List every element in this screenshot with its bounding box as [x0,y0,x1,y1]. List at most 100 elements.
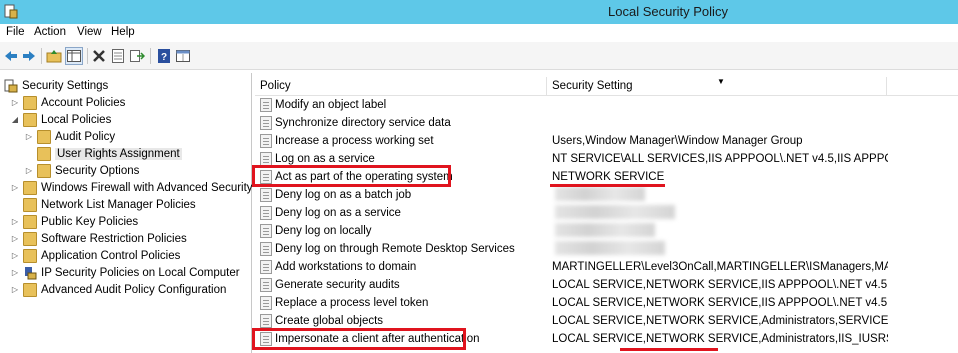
folder-icon [23,248,37,263]
policy-icon [260,314,272,328]
list-row[interactable]: Synchronize directory service data [255,115,958,133]
folder-icon [23,112,37,127]
expand-icon[interactable]: ▷ [10,251,20,260]
security-setting: MARTINGELLER\Level3OnCall,MARTINGELLER\I… [552,261,888,273]
export-list-icon[interactable] [128,47,146,65]
help-icon[interactable]: ? [155,47,173,65]
console-icon[interactable] [174,47,192,65]
expand-icon[interactable]: ▷ [10,217,20,226]
expand-icon[interactable]: ▷ [10,98,20,107]
list-row[interactable]: Replace a process level token LOCAL SERV… [255,295,958,313]
tree-item-label: User Rights Assignment [55,147,182,160]
redacted-setting [555,241,665,255]
highlight-box [252,165,451,187]
tree-item-security-options[interactable]: ▷ Security Options [24,162,139,179]
toolbar-separator [41,48,42,64]
tree-item-label: IP Security Policies on Local Computer [41,266,240,279]
tree-item-label: Network List Manager Policies [41,198,196,211]
tree-item-label: Public Key Policies [41,215,139,228]
tree-item-software-restriction[interactable]: ▷ Software Restriction Policies [10,230,187,247]
menu-action[interactable]: Action [34,26,66,38]
tree-item-advanced-audit[interactable]: ▷ Advanced Audit Policy Configuration [10,281,226,298]
header-divider [255,95,958,96]
security-setting: NETWORK SERVICE [552,171,665,183]
policy-icon [260,98,272,112]
tree-item-user-rights-assignment[interactable]: User Rights Assignment [24,145,182,162]
policy-name: Replace a process level token [275,297,429,309]
redacted-setting [555,205,675,219]
list-row[interactable]: Add workstations to domain MARTINGELLER\… [255,259,958,277]
forward-icon[interactable] [20,47,38,65]
console-tree: Security Settings ▷ Account Policies ◢ L… [0,73,253,353]
security-settings-icon [4,79,18,92]
policy-name: Log on as a service [275,153,375,165]
highlight-box [252,328,466,350]
folder-icon [23,231,37,246]
tree-item-audit-policy[interactable]: ▷ Audit Policy [24,128,115,145]
tree-item-local-policies[interactable]: ◢ Local Policies [10,111,111,128]
policy-name: Add workstations to domain [275,261,417,273]
policy-name: Deny log on as a batch job [275,189,412,201]
policy-name: Synchronize directory service data [275,117,451,129]
show-tree-icon[interactable] [65,47,83,65]
list-row[interactable]: Increase a process working set Users,Win… [255,133,958,151]
svg-text:?: ? [161,52,167,63]
toolbar: ? [0,42,958,70]
tree-item-label: Software Restriction Policies [41,232,187,245]
security-setting: NT SERVICE\ALL SERVICES,IIS APPPOOL\.NET… [552,153,888,165]
column-header-policy[interactable]: Policy [255,77,547,95]
collapse-icon[interactable]: ◢ [10,115,20,124]
security-setting: LOCAL SERVICE,NETWORK SERVICE,Administra… [552,333,888,345]
tree-item-public-key-policies[interactable]: ▷ Public Key Policies [10,213,138,230]
menu-help[interactable]: Help [111,26,135,38]
expand-icon[interactable]: ▷ [10,234,20,243]
expand-icon[interactable]: ▷ [10,285,20,294]
tree-item-account-policies[interactable]: ▷ Account Policies [10,94,125,111]
expand-icon[interactable]: ▷ [24,166,34,175]
properties-icon[interactable] [109,47,127,65]
policy-icon [260,206,272,220]
policy-icon [260,224,272,238]
menu-file[interactable]: File [6,26,25,38]
policy-icon [260,242,272,256]
title-bar: Local Security Policy [0,0,958,24]
security-setting: LOCAL SERVICE,NETWORK SERVICE,Administra… [552,315,888,327]
expand-icon[interactable]: ▷ [10,268,20,277]
tree-item-security-settings[interactable]: Security Settings [4,77,108,94]
tree-item-network-list-manager[interactable]: Network List Manager Policies [10,196,196,213]
folder-icon [23,180,37,195]
toolbar-separator [87,48,88,64]
up-folder-icon[interactable] [45,47,63,65]
policy-icon [260,152,272,166]
policy-icon [260,116,272,130]
tree-item-application-control[interactable]: ▷ Application Control Policies [10,247,180,264]
folder-icon [37,146,51,161]
expand-icon[interactable]: ▷ [24,132,34,141]
tree-item-label: Audit Policy [55,130,116,143]
ip-security-icon [25,266,37,279]
policy-name: Deny log on locally [275,225,372,237]
menu-bar: File Action View Help [0,24,958,42]
tree-item-windows-firewall[interactable]: ▷ Windows Firewall with Advanced Securit… [10,179,253,196]
policy-name: Deny log on as a service [275,207,401,219]
tree-item-label: Security Options [55,164,140,177]
policy-icon [260,296,272,310]
list-row[interactable]: Modify an object label [255,97,958,115]
redacted-setting [555,223,655,237]
folder-icon [37,129,51,144]
tree-item-label: Application Control Policies [41,249,181,262]
policy-icon [260,134,272,148]
back-icon[interactable] [2,47,20,65]
results-pane: Policy Security Setting ▼ Modify an obje… [252,73,958,353]
delete-icon[interactable] [90,47,108,65]
policy-name: Create global objects [275,315,384,327]
folder-icon [23,95,37,110]
tree-item-ip-security[interactable]: ▷ IP Security Policies on Local Computer [10,264,240,281]
policy-name: Modify an object label [275,99,387,111]
tree-item-label: Security Settings [22,79,109,92]
security-policy-app-icon [4,4,18,19]
expand-icon[interactable]: ▷ [10,183,20,192]
list-row[interactable]: Generate security audits LOCAL SERVICE,N… [255,277,958,295]
policy-name: Generate security audits [275,279,400,291]
menu-view[interactable]: View [77,26,102,38]
